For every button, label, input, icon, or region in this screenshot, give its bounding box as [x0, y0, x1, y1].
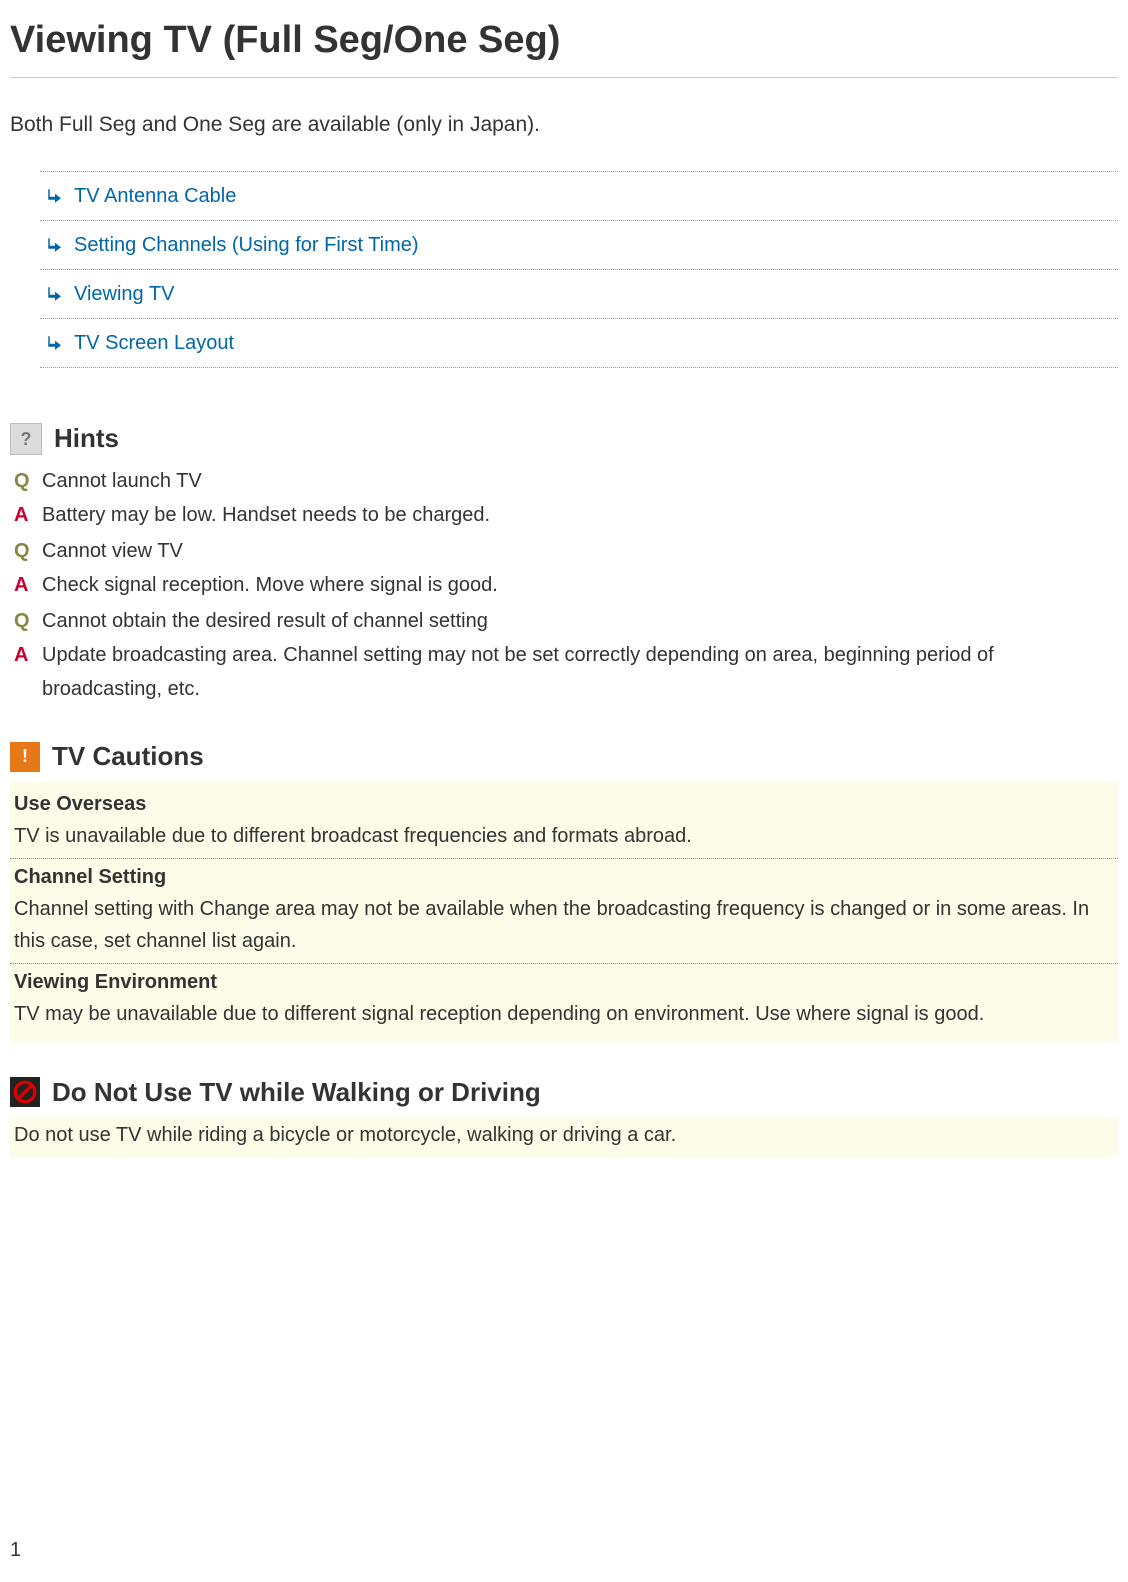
answer-text: Update broadcasting area. Channel settin…: [42, 638, 1118, 706]
exclamation-icon: !: [10, 742, 40, 772]
page-title: Viewing TV (Full Seg/One Seg): [10, 10, 1118, 78]
caution-item-title: Channel Setting: [14, 861, 1114, 893]
prohibit-heading: Do Not Use TV while Walking or Driving: [10, 1072, 1118, 1114]
qa-question: Q Cannot launch TV: [10, 464, 1118, 498]
qa-question: Q Cannot view TV: [10, 534, 1118, 568]
a-label: A: [10, 638, 42, 672]
prohibit-title: Do Not Use TV while Walking or Driving: [52, 1072, 541, 1114]
prohibit-icon: [10, 1077, 40, 1107]
caution-item-text: Channel setting with Change area may not…: [14, 893, 1114, 957]
a-label: A: [10, 568, 42, 602]
intro-text: Both Full Seg and One Seg are available …: [10, 108, 1118, 142]
cautions-heading: ! TV Cautions: [10, 736, 1118, 778]
caution-item-text: TV may be unavailable due to different s…: [14, 998, 1114, 1030]
toc-item[interactable]: Viewing TV: [40, 269, 1118, 318]
caution-item-text: TV is unavailable due to different broad…: [14, 820, 1114, 852]
toc-item[interactable]: TV Antenna Cable: [40, 171, 1118, 220]
arrow-down-right-icon: [46, 334, 64, 352]
caution-item-title: Use Overseas: [14, 788, 1114, 820]
toc-link[interactable]: TV Antenna Cable: [74, 180, 236, 212]
qa-answer: A Check signal reception. Move where sig…: [10, 568, 1118, 602]
caution-item: Use Overseas TV is unavailable due to di…: [10, 786, 1118, 859]
toc-link[interactable]: Setting Channels (Using for First Time): [74, 229, 419, 261]
qa-answer: A Battery may be low. Handset needs to b…: [10, 498, 1118, 532]
arrow-down-right-icon: [46, 285, 64, 303]
toc-link[interactable]: Viewing TV: [74, 278, 174, 310]
caution-item: Viewing Environment TV may be unavailabl…: [10, 964, 1118, 1036]
hints-body: Q Cannot launch TV A Battery may be low.…: [10, 464, 1118, 706]
toc-item[interactable]: Setting Channels (Using for First Time): [40, 220, 1118, 269]
caution-item-title: Viewing Environment: [14, 966, 1114, 998]
qa-question: Q Cannot obtain the desired result of ch…: [10, 604, 1118, 638]
question-text: Cannot obtain the desired result of chan…: [42, 604, 1118, 638]
qa-answer: A Update broadcasting area. Channel sett…: [10, 638, 1118, 706]
prohibit-body: Do not use TV while riding a bicycle or …: [10, 1117, 1118, 1157]
a-label: A: [10, 498, 42, 532]
question-text: Cannot launch TV: [42, 464, 1118, 498]
q-label: Q: [10, 534, 42, 568]
toc-link[interactable]: TV Screen Layout: [74, 327, 234, 359]
q-label: Q: [10, 604, 42, 638]
answer-text: Check signal reception. Move where signa…: [42, 568, 1118, 602]
cautions-title: TV Cautions: [52, 736, 204, 778]
question-icon: ?: [10, 423, 42, 455]
caution-item: Channel Setting Channel setting with Cha…: [10, 859, 1118, 964]
q-label: Q: [10, 464, 42, 498]
arrow-down-right-icon: [46, 236, 64, 254]
hints-title: Hints: [54, 418, 119, 460]
page-number: 1: [10, 1534, 21, 1566]
cautions-body: Use Overseas TV is unavailable due to di…: [10, 782, 1118, 1042]
hints-heading: ? Hints: [10, 418, 1118, 460]
answer-text: Battery may be low. Handset needs to be …: [42, 498, 1118, 532]
toc-list: TV Antenna Cable Setting Channels (Using…: [40, 171, 1118, 368]
toc-item[interactable]: TV Screen Layout: [40, 318, 1118, 368]
arrow-down-right-icon: [46, 187, 64, 205]
question-text: Cannot view TV: [42, 534, 1118, 568]
